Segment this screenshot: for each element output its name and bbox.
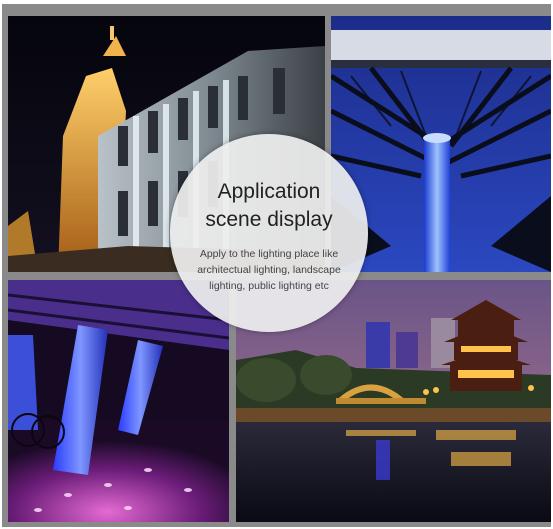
overlay-title: Application scene display xyxy=(170,178,368,234)
overlay-description-line: Apply to the lighting place like xyxy=(199,248,339,260)
purple-lit-bridge-pillars-photo xyxy=(8,280,229,522)
overlay-title-line: Application xyxy=(217,180,321,203)
overlay-description-line: lighting, public lighting etc xyxy=(209,280,329,292)
application-scene-overlay-circle: Application scene display Apply to the l… xyxy=(170,134,368,332)
overlay-description-line: architectual lighting, landscape xyxy=(197,264,341,276)
overlay-title-line: scene display xyxy=(205,208,333,231)
overlay-description: Apply to the lighting place like archite… xyxy=(184,246,354,294)
